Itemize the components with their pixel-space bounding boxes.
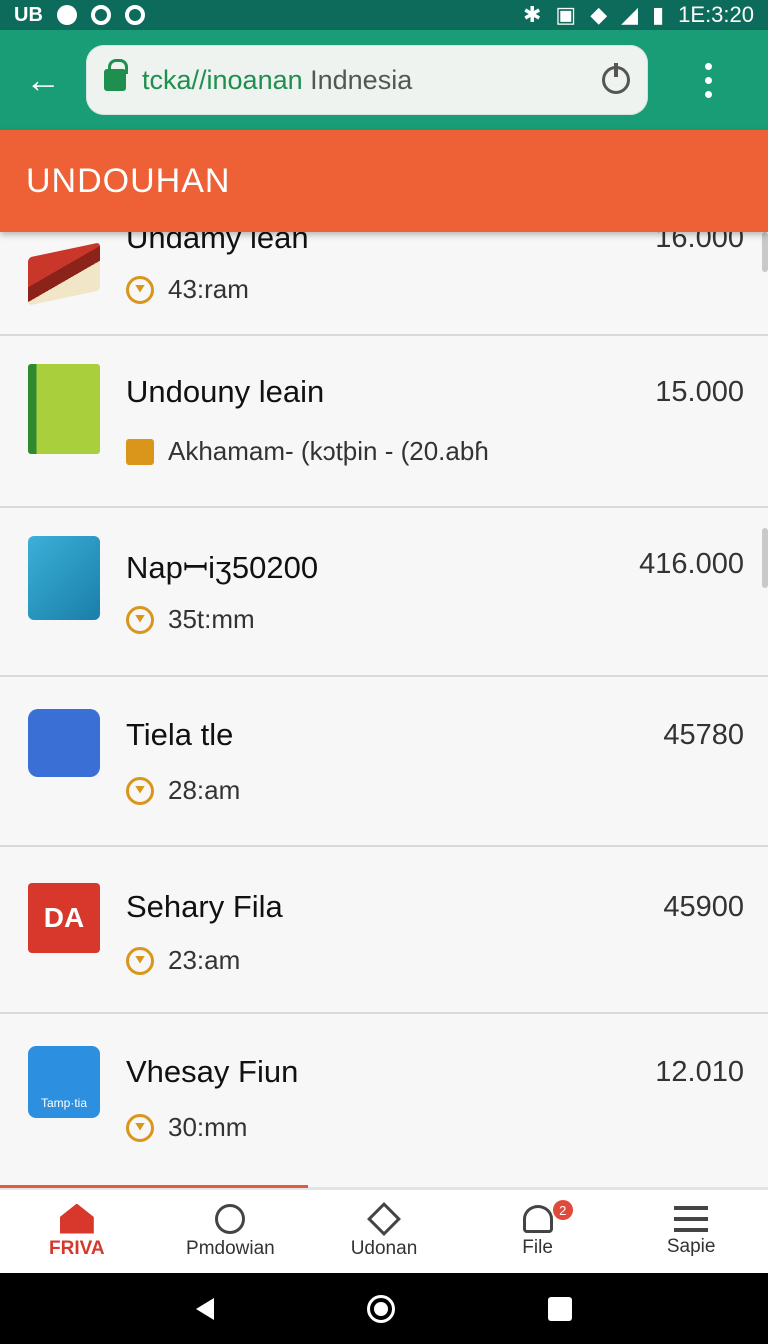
app-thumbnail <box>28 709 100 777</box>
download-list: Undamy lean 16.000 43:ram Undouny leain … <box>0 232 768 1187</box>
item-title: Sehary Fila <box>126 889 283 924</box>
page-title: UNDOUHAN <box>0 130 768 232</box>
book-thumbnail <box>28 242 100 306</box>
bluetooth-icon: ✱ <box>522 2 542 27</box>
clock-badge-icon <box>126 776 154 805</box>
nav-label: FRIVA <box>49 1237 105 1259</box>
clock-badge-icon <box>126 275 154 304</box>
list-icon <box>674 1205 709 1232</box>
list-item[interactable]: Tiela tle 45780 28:am <box>0 677 768 847</box>
nav-label: Udonan <box>350 1237 418 1259</box>
item-meta: Akhamam- (kɔtþin - (20.abɦ <box>126 436 489 467</box>
clock-badge-icon <box>126 605 154 634</box>
system-navigation <box>0 1273 768 1344</box>
list-item[interactable]: Undamy lean 16.000 43:ram <box>0 232 768 336</box>
safari-thumbnail: Tamp·tia <box>28 1046 100 1118</box>
nav-label: Pmdowian <box>186 1237 275 1259</box>
download-progress-bar <box>0 1185 308 1188</box>
recents-icon[interactable] <box>547 1296 572 1321</box>
url-rest: Indnesia <box>302 64 413 95</box>
signal-icon: ◢ <box>621 2 639 27</box>
home-icon <box>59 1203 94 1234</box>
download-icon <box>126 438 154 465</box>
item-meta: 35t:mm <box>126 604 255 635</box>
notification-badge: 2 <box>552 1200 573 1220</box>
item-meta: 30:mm <box>126 1112 247 1143</box>
gear-icon <box>124 5 145 25</box>
status-bar: UB ✱ ▣ ◆ ◢ ▮ 1E:3:20 <box>0 0 768 30</box>
nav-label: File <box>522 1236 553 1258</box>
clock-badge-icon <box>126 1113 154 1142</box>
nav-sapie[interactable]: Sapie <box>614 1190 768 1273</box>
scrollbar[interactable] <box>762 528 768 588</box>
list-item[interactable]: Undouny leain 15.000 Akhamam- (kɔtþin - … <box>0 336 768 508</box>
item-title: Undouny leain <box>126 374 325 409</box>
nav-udonan[interactable]: Udonan <box>307 1190 461 1273</box>
item-time: 30:mm <box>168 1112 248 1142</box>
item-price: 12.010 <box>655 1056 744 1088</box>
sim-icon: ▣ <box>555 2 577 27</box>
item-price: 16.000 <box>655 232 744 254</box>
nav-file[interactable]: 2 File <box>461 1190 615 1273</box>
list-item[interactable]: DA Sehary Fila 45900 23:am <box>0 847 768 1014</box>
status-text: UB <box>14 3 43 26</box>
url-domain: tcka//inoanan <box>142 64 303 95</box>
clock-badge-icon <box>126 946 154 975</box>
person-icon <box>522 1204 553 1233</box>
item-time: 28:am <box>168 775 241 805</box>
back-arrow-icon[interactable]: ← <box>0 30 86 130</box>
item-meta: 23:am <box>126 945 240 976</box>
back-icon[interactable] <box>196 1297 215 1320</box>
nav-home[interactable]: FRIVA <box>0 1190 154 1273</box>
sync-icon <box>90 5 111 25</box>
item-meta: 28:am <box>126 775 240 806</box>
list-item[interactable]: Napꟷiʒ50200 416.000 35t:mm <box>0 508 768 677</box>
pdf-thumbnail: DA <box>28 883 100 953</box>
bottom-navigation: FRIVA Pmdowian Udonan 2 File Sapie <box>0 1187 768 1273</box>
ring-icon <box>215 1203 246 1234</box>
item-time: 35t:mm <box>168 604 255 634</box>
item-time: 23:am <box>168 945 241 975</box>
browser-toolbar: ← tcka//inoanan Indnesia <box>0 30 768 130</box>
software-box-thumbnail <box>28 536 100 620</box>
item-title: Undamy lean <box>126 232 309 255</box>
item-time: 43:ram <box>168 274 249 304</box>
book-thumbnail <box>28 364 100 454</box>
item-status: Akhamam- (kɔtþin - (20.abɦ <box>168 436 489 466</box>
item-price: 15.000 <box>655 376 744 408</box>
list-item[interactable]: Tamp·tia Vhesay Fiun 12.010 30:mm <box>0 1014 768 1187</box>
nav-pmdowian[interactable]: Pmdowian <box>154 1190 308 1273</box>
url-text[interactable]: tcka//inoanan Indnesia <box>142 65 602 96</box>
lock-icon <box>104 59 128 91</box>
item-price: 416.000 <box>639 548 744 580</box>
wifi-icon: ◆ <box>590 2 608 27</box>
location-icon <box>56 5 77 25</box>
item-title: Napꟷiʒ50200 <box>126 550 319 585</box>
item-title: Tiela tle <box>126 717 234 752</box>
item-price: 45780 <box>663 719 744 751</box>
item-price: 45900 <box>663 891 744 923</box>
tag-icon <box>367 1201 401 1236</box>
address-bar[interactable]: tcka//inoanan Indnesia <box>86 45 648 115</box>
home-button-icon[interactable] <box>366 1294 395 1323</box>
battery-icon: ▮ <box>652 2 665 27</box>
overflow-menu-icon[interactable] <box>648 30 768 130</box>
nav-label: Sapie <box>666 1235 716 1257</box>
item-title: Vhesay Fiun <box>126 1054 299 1089</box>
scrollbar[interactable] <box>762 232 768 272</box>
clock: 1E:3:20 <box>678 2 754 27</box>
power-icon[interactable] <box>602 63 630 94</box>
item-meta: 43:ram <box>126 274 249 305</box>
